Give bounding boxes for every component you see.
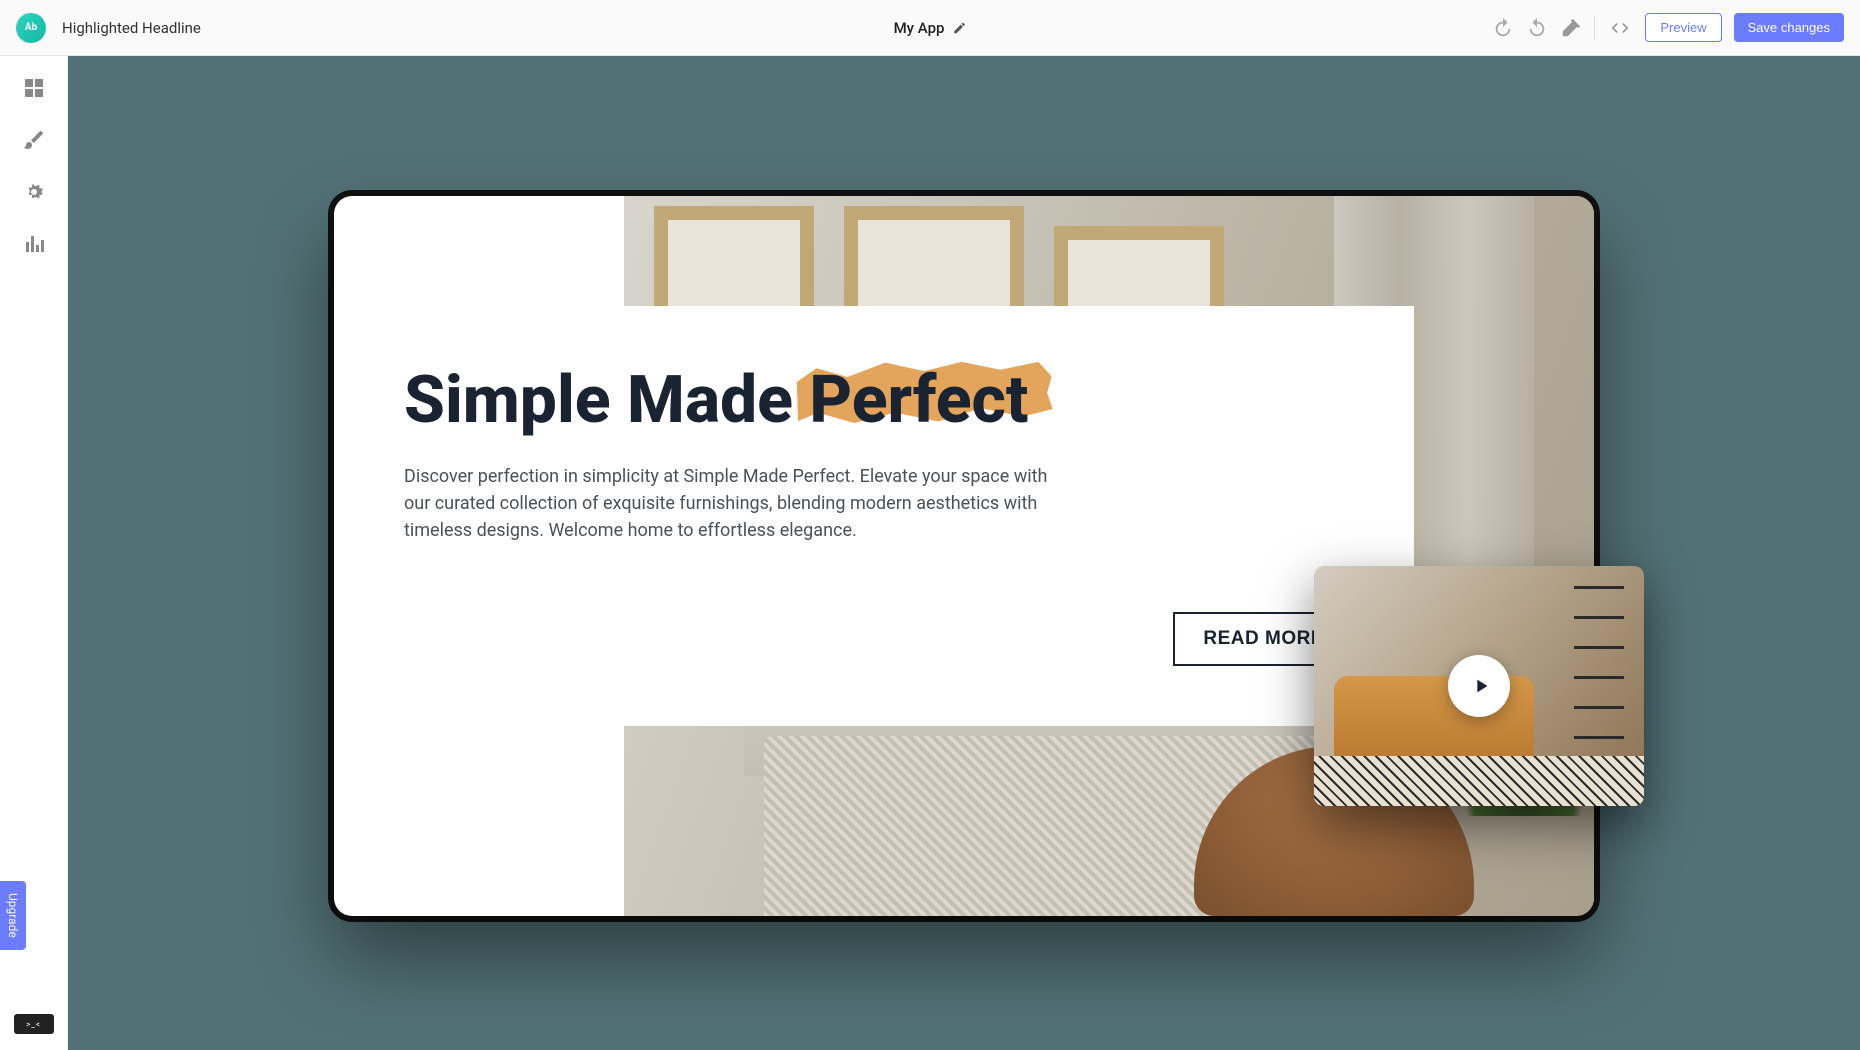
play-icon [1470, 675, 1492, 697]
device-frame: Simple Made Perfect Discover perfection … [334, 196, 1594, 916]
sidebar: Upgrade >_< [0, 56, 68, 1050]
headline-highlight: Perfect [809, 366, 1028, 435]
canvas: Simple Made Perfect Discover perfection … [68, 56, 1860, 1050]
hero-description: Discover perfection in simplicity at Sim… [404, 463, 1064, 544]
project-name: Highlighted Headline [62, 19, 201, 37]
hero-headline: Simple Made Perfect [404, 366, 1028, 435]
redo-icon[interactable] [1526, 17, 1548, 39]
app-name: My App [894, 19, 945, 37]
console-widget[interactable]: >_< [14, 1014, 54, 1034]
brush-icon[interactable] [22, 128, 46, 152]
play-button[interactable] [1448, 655, 1510, 717]
hammer-icon[interactable] [1560, 17, 1582, 39]
preview-button[interactable]: Preview [1645, 13, 1721, 42]
gear-icon[interactable] [22, 180, 46, 204]
grid-icon[interactable] [22, 76, 46, 100]
headline-text: Simple Made [404, 362, 809, 439]
save-button[interactable]: Save changes [1734, 13, 1844, 42]
topbar-actions: Preview Save changes [1492, 13, 1844, 42]
undo-icon[interactable] [1492, 17, 1514, 39]
upgrade-button[interactable]: Upgrade [0, 881, 26, 950]
code-icon[interactable] [1607, 18, 1633, 38]
hero-content-card: Simple Made Perfect Discover perfection … [354, 306, 1414, 726]
chart-icon[interactable] [22, 232, 46, 256]
video-thumbnail[interactable] [1314, 566, 1644, 806]
logo-icon[interactable]: Ab [16, 13, 46, 43]
app-name-group: My App [894, 19, 967, 37]
topbar: Ab Highlighted Headline My App Preview S… [0, 0, 1860, 56]
pencil-icon[interactable] [952, 21, 966, 35]
divider [1594, 16, 1595, 40]
